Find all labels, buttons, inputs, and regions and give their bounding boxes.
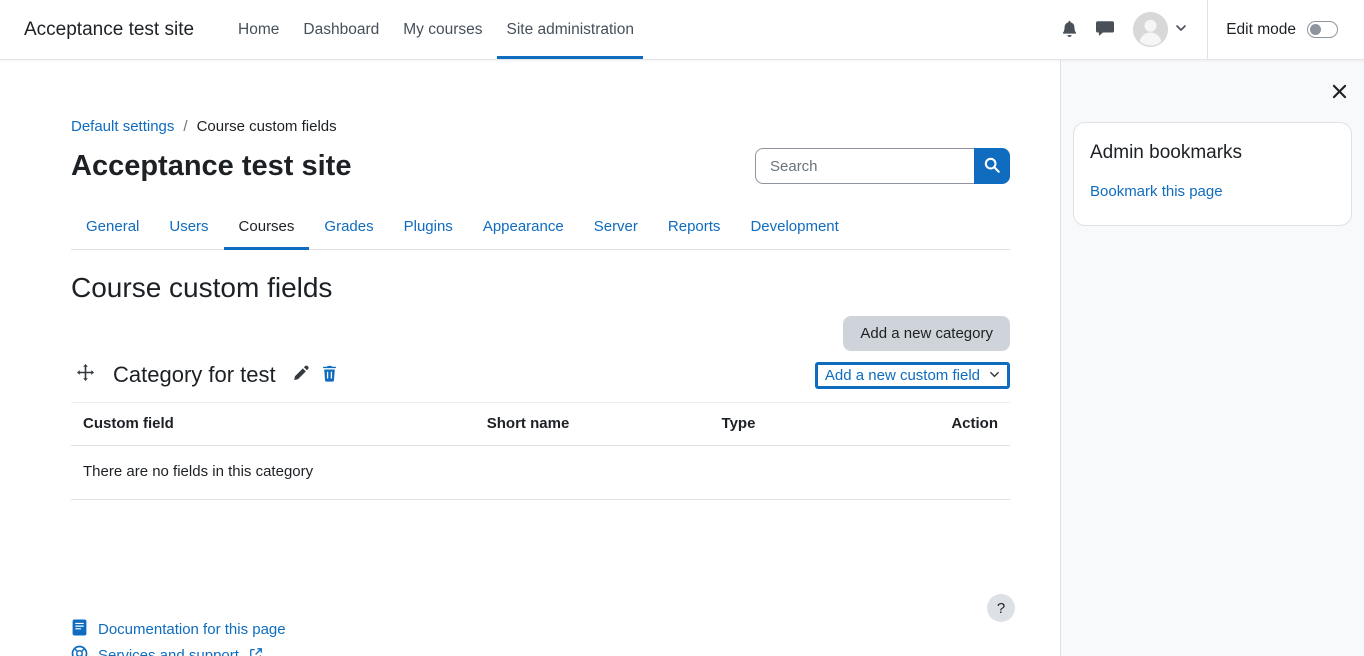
life-ring-icon (71, 645, 88, 656)
col-header-short-name: Short name (475, 403, 710, 446)
tab-courses[interactable]: Courses (224, 206, 310, 250)
page-title: Course custom fields (71, 272, 1010, 304)
bookmark-this-page-link[interactable]: Bookmark this page (1090, 183, 1223, 200)
add-custom-field-select[interactable]: Add a new custom field (815, 362, 1010, 389)
close-drawer-button[interactable] (1327, 79, 1352, 107)
tab-users[interactable]: Users (154, 206, 223, 250)
breadcrumb-current: Course custom fields (197, 118, 337, 135)
category-title-group: Category for test (71, 361, 344, 389)
col-header-custom-field: Custom field (71, 403, 475, 446)
documentation-link[interactable]: Documentation for this page (71, 619, 286, 640)
table-header-row: Custom field Short name Type Action (71, 403, 1010, 446)
search-icon (983, 156, 1001, 177)
tab-development[interactable]: Development (735, 206, 853, 250)
empty-table-row: There are no fields in this category (71, 446, 1010, 500)
search-button[interactable] (974, 148, 1010, 184)
site-brand[interactable]: Acceptance test site (24, 19, 194, 41)
move-category-handle[interactable] (71, 361, 100, 389)
settings-tabs: General Users Courses Grades Plugins App… (71, 206, 1010, 250)
tab-server[interactable]: Server (579, 206, 653, 250)
services-support-link-label: Services and support (98, 647, 239, 656)
breadcrumb: Default settings / Course custom fields (71, 118, 1010, 135)
trash-icon (321, 365, 338, 385)
breadcrumb-default-settings[interactable]: Default settings (71, 118, 174, 135)
edit-mode-toggle[interactable] (1307, 21, 1338, 38)
content-container: Default settings / Course custom fields … (49, 118, 1032, 500)
help-button[interactable]: ? (987, 594, 1015, 622)
add-category-button[interactable]: Add a new category (843, 316, 1010, 351)
tab-plugins[interactable]: Plugins (389, 206, 468, 250)
actions-row: Add a new category (71, 316, 1010, 351)
page-body: Default settings / Course custom fields … (0, 60, 1364, 656)
add-custom-field-select-label: Add a new custom field (825, 367, 980, 384)
admin-bookmarks-block: Admin bookmarks Bookmark this page (1073, 122, 1352, 226)
edit-mode-control: Edit mode (1226, 21, 1340, 39)
col-header-type: Type (710, 403, 870, 446)
search-input[interactable] (755, 148, 974, 184)
nav-item-my-courses[interactable]: My courses (394, 0, 491, 59)
close-icon (1332, 87, 1347, 102)
category-name: Category for test (113, 362, 276, 388)
move-icon (77, 364, 94, 386)
tab-grades[interactable]: Grades (309, 206, 388, 250)
navbar-divider (1207, 0, 1208, 59)
chevron-down-icon (989, 367, 1000, 384)
nav-item-site-administration[interactable]: Site administration (497, 0, 643, 59)
blocks-drawer: Admin bookmarks Bookmark this page (1060, 60, 1364, 656)
tab-reports[interactable]: Reports (653, 206, 736, 250)
page-header-row: Acceptance test site (71, 148, 1010, 184)
col-header-action: Action (869, 403, 1010, 446)
chat-icon (1096, 19, 1114, 40)
breadcrumb-separator: / (183, 118, 187, 135)
tab-general[interactable]: General (71, 206, 154, 250)
delete-category-button[interactable] (315, 362, 344, 388)
nav-item-dashboard[interactable]: Dashboard (294, 0, 388, 59)
primary-nav: Home Dashboard My courses Site administr… (226, 0, 646, 59)
pencil-icon (292, 365, 309, 385)
book-icon (71, 619, 88, 640)
admin-search-form (755, 148, 1010, 184)
documentation-link-label: Documentation for this page (98, 621, 286, 638)
chevron-down-icon (1175, 21, 1187, 39)
user-menu[interactable] (1133, 12, 1187, 47)
admin-bookmarks-title: Admin bookmarks (1090, 142, 1335, 164)
external-link-icon (249, 647, 263, 656)
edit-mode-label: Edit mode (1226, 21, 1296, 39)
custom-fields-table: Custom field Short name Type Action Ther… (71, 403, 1010, 500)
main-region: Default settings / Course custom fields … (0, 60, 1060, 656)
page-footer-links: Documentation for this page Services and… (71, 619, 286, 656)
avatar (1133, 12, 1168, 47)
notifications-button[interactable] (1052, 12, 1087, 48)
messages-button[interactable] (1087, 11, 1123, 48)
navbar: Acceptance test site Home Dashboard My c… (0, 0, 1364, 60)
nav-item-home[interactable]: Home (229, 0, 288, 59)
bell-icon (1061, 20, 1078, 40)
tab-appearance[interactable]: Appearance (468, 206, 579, 250)
empty-message: There are no fields in this category (71, 446, 1010, 500)
edit-category-button[interactable] (286, 362, 315, 388)
services-support-link[interactable]: Services and support (71, 645, 286, 656)
category-header: Category for test Add a new custom field (71, 361, 1010, 403)
site-heading: Acceptance test site (71, 150, 351, 183)
edit-mode-toggle-knob (1310, 24, 1321, 35)
